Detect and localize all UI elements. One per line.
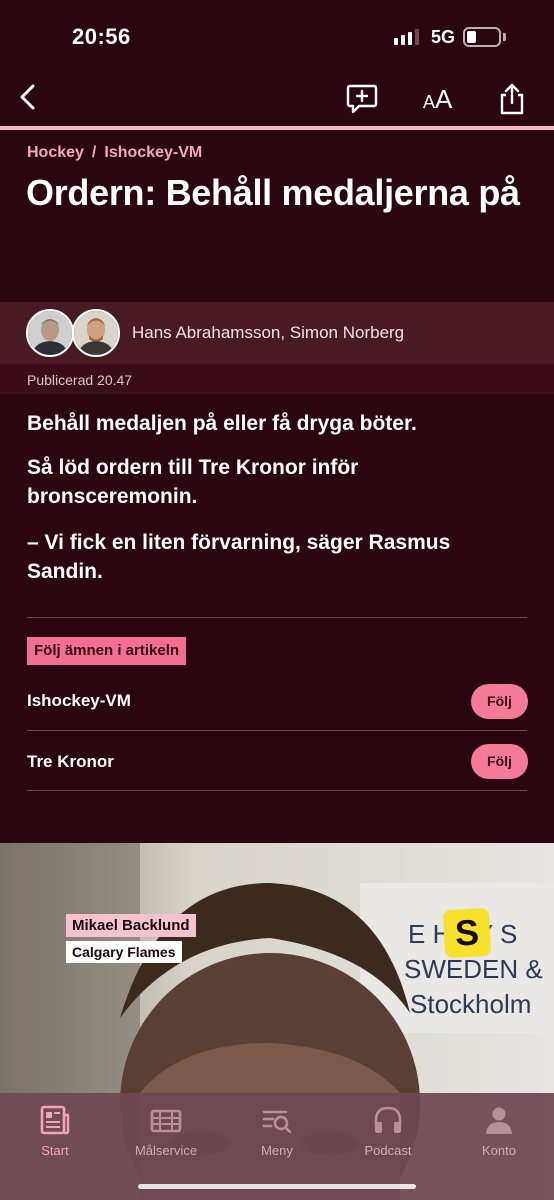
tab-konto[interactable]: Konto (449, 1103, 549, 1158)
topic-ishockey-vm[interactable]: Ishockey-VM (27, 691, 131, 711)
lower-third-name: Mikael Backlund (66, 914, 196, 937)
tab-label-konto: Konto (482, 1143, 516, 1158)
text-size-small-a: A (423, 92, 436, 112)
article-toolbar: AA (0, 72, 554, 126)
author-names: Hans Abrahamsson, Simon Norberg (132, 323, 405, 342)
banner-text-2: SWEDEN & (404, 954, 543, 984)
text-size-large-a: A (435, 84, 453, 114)
user-icon (486, 1107, 512, 1134)
article-title: Ordern: Behåll medaljerna på (26, 172, 520, 213)
menu-search-icon (262, 1110, 292, 1134)
lead-paragraph-3: – Vi fick en liten förvarning, säger Ras… (27, 531, 451, 583)
follow-topics-tag: Följ ämnen i artikeln (27, 637, 187, 665)
published-time: Publicerad 20.47 (27, 372, 133, 388)
author-avatar-simon (72, 309, 120, 357)
follow-button-ishockey-vm[interactable]: Följ (471, 684, 528, 719)
network-type: 5G (431, 27, 456, 47)
lead-paragraph-1: Behåll medaljen på eller få dryga böter. (27, 412, 417, 435)
comment-add-icon[interactable] (345, 82, 379, 116)
status-time: 20:56 (72, 24, 131, 49)
home-indicator (138, 1184, 416, 1189)
tab-malservice[interactable]: Målservice (116, 1103, 216, 1158)
status-bar: 20:56 5G (0, 0, 554, 72)
back-chevron-icon[interactable] (14, 82, 44, 112)
lead-paragraph-2: Så löd ordern till Tre Kronor inför bron… (27, 456, 359, 508)
signal-strength-icon (394, 29, 419, 45)
topic-tre-kronor[interactable]: Tre Kronor (27, 752, 114, 772)
battery-tip (503, 33, 506, 41)
tab-meny[interactable]: Meny (227, 1103, 327, 1158)
battery-icon (463, 27, 501, 47)
tab-label-malservice: Målservice (134, 1143, 198, 1158)
author-byline[interactable]: Hans Abrahamsson, Simon Norberg (0, 302, 554, 364)
banner-text-3: Stockholm (410, 989, 531, 1019)
video-lower-third: Mikael Backlund Calgary Flames (66, 914, 196, 963)
tab-label-meny: Meny (261, 1143, 293, 1158)
text-size-button[interactable]: AA (423, 84, 452, 115)
author-avatar-hans (26, 309, 74, 357)
divider (27, 617, 527, 618)
tab-start[interactable]: Start (5, 1103, 105, 1158)
divider (27, 790, 527, 791)
tab-label-start: Start (41, 1143, 69, 1158)
divider (27, 730, 527, 731)
breadcrumb-ishockey-vm[interactable]: Ishockey-VM (104, 144, 202, 162)
tab-podcast[interactable]: Podcast (338, 1103, 438, 1158)
follow-button-tre-kronor[interactable]: Följ (471, 744, 528, 779)
headphones-icon (374, 1106, 402, 1133)
tab-label-podcast: Podcast (364, 1143, 412, 1158)
breadcrumb: Hockey / Ishockey-VM (27, 144, 202, 162)
newspaper-icon (40, 1105, 70, 1135)
share-icon[interactable] (495, 82, 529, 116)
scoreboard-icon (150, 1109, 182, 1133)
breadcrumb-separator: / (91, 144, 97, 161)
published-bar: Publicerad 20.47 (0, 364, 554, 394)
toolbar-accent-line (0, 126, 554, 130)
channel-logo: S (442, 907, 492, 959)
lower-third-team: Calgary Flames (66, 941, 182, 963)
breadcrumb-hockey[interactable]: Hockey (27, 144, 84, 162)
